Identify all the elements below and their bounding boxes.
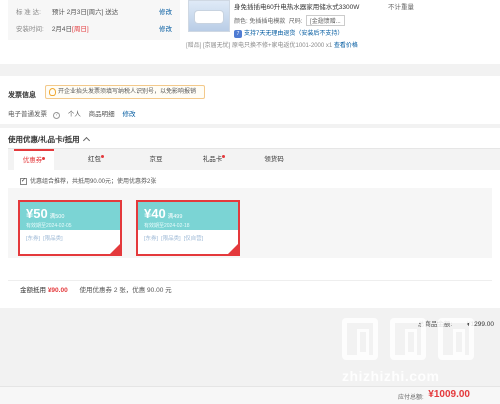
- combo-checkbox[interactable]: ✓: [20, 177, 27, 185]
- coupon-condition: 满500: [49, 214, 65, 220]
- coupon-head: ¥50 满500 有效期至2024-02-05: [20, 202, 120, 230]
- coupon-tag: [东券]: [144, 236, 159, 242]
- summary-amount: ¥90.00: [47, 287, 68, 294]
- invoice-modify-link[interactable]: 修改: [122, 111, 135, 118]
- coupon-amount: ¥40: [144, 206, 166, 221]
- coupon-validity: 有效期至2024-02-18: [144, 223, 190, 229]
- service-row: 7 支持7天无理由退货（安装后不支持）: [234, 28, 343, 38]
- invoice-type: 电子普通发票: [8, 111, 47, 118]
- combo-text: 优惠组合推荐，共抵用90.00元；使用优惠券2张: [30, 179, 157, 185]
- invoice-holder: 个人: [67, 111, 81, 118]
- coupon-amount: ¥50: [26, 206, 48, 221]
- coupon-condition: 满499: [167, 214, 183, 220]
- product-thumbnail[interactable]: [188, 0, 230, 32]
- invoice-content: 商品明细: [88, 111, 115, 118]
- new-dot-icon: [222, 155, 226, 158]
- shipping-box: 标 准 达: 预计 2月3日[周六] 送达 修改 安装时间: 2月4日[周日] …: [8, 0, 180, 40]
- coupon-tags: [东券] [限品类] [仅自营]: [138, 230, 238, 246]
- question-icon[interactable]: ?: [53, 112, 60, 119]
- pay-total-value: ¥1009.00: [428, 389, 470, 400]
- install-modify-link[interactable]: 修改: [159, 23, 172, 33]
- service-text: 支持7天无理由退货（安装后不支持）: [244, 31, 344, 37]
- lightbulb-icon: [49, 88, 56, 96]
- summary-label: 金额抵用: [20, 287, 46, 294]
- invoice-notice: 开企业抬头发票须填写纳税人识别号，以免影响报销: [45, 85, 205, 99]
- weight-note: 不计重量: [388, 4, 414, 11]
- pay-bar: 应付总额: ¥1009.00: [0, 386, 500, 404]
- gift-see-price-link[interactable]: 查看价格: [334, 43, 358, 49]
- coupon-tag: [限品类]: [43, 236, 63, 242]
- pay-total-label: 应付总额:: [398, 395, 424, 401]
- product-title[interactable]: 身免插插电60升电热水器家用储水式3300W: [234, 1, 359, 11]
- coupon-section-title[interactable]: 使用优惠/礼品卡/抵用: [8, 134, 90, 145]
- summary-text: 使用优惠券 2 张，优惠 90.00 元: [79, 287, 172, 294]
- invoice-title: 发票信息: [8, 92, 36, 99]
- color-value: 免插插电模款: [249, 19, 286, 25]
- coupon-tag: [仅自营]: [183, 236, 204, 242]
- goods-total-value: ¥1299.00: [466, 321, 494, 328]
- tab-gift-card[interactable]: 礼品卡: [194, 149, 234, 171]
- invoice-notice-text: 开企业抬头发票须填写纳税人识别号，以免影响报销: [58, 89, 197, 95]
- tab-label: 领货码: [264, 156, 284, 163]
- tab-redeem-code[interactable]: 领货码: [254, 149, 294, 171]
- gift-text: [京届无忧] 原电只换不修+家电返优1001-2000 x1: [203, 43, 333, 49]
- tab-label: 红包: [88, 156, 101, 163]
- selected-check-icon: [110, 244, 120, 254]
- delivery-row: 标 准 达: 预计 2月3日[周六] 送达: [16, 6, 118, 16]
- delivery-value: 预计 2月3日[周六] 送达: [51, 9, 119, 16]
- gift-row: [赠品] [京届无忧] 原电只换不修+家电返优1001-2000 x1 查看价格: [186, 40, 358, 49]
- new-dot-icon: [42, 157, 46, 160]
- service-badge-icon: 7: [234, 30, 242, 38]
- coupon-tag: [限品类]: [161, 236, 181, 242]
- coupon-head: ¥40 满499 有效期至2024-02-18: [138, 202, 238, 230]
- tab-label: 京豆: [149, 156, 163, 163]
- coupon-tags: [东券] [限品类]: [20, 230, 120, 246]
- install-row: 安装时间: 2月4日[周日]: [16, 23, 89, 33]
- coupon-section-label: 使用优惠/礼品卡/抵用: [8, 135, 80, 144]
- gift-tag: [赠品]: [186, 43, 202, 49]
- tab-label: 礼品卡: [202, 156, 223, 163]
- coupon-validity: 有效期至2024-02-05: [26, 223, 72, 229]
- selected-check-icon: [228, 244, 238, 254]
- size-label: 尺码:: [288, 19, 303, 25]
- coupon-card[interactable]: ¥40 满499 有效期至2024-02-18 [东券] [限品类] [仅自营]: [136, 200, 240, 256]
- goods-total-row: 总商品金额: ¥1299.00: [418, 318, 494, 328]
- color-label: 颜色:: [234, 19, 248, 25]
- coupon-tag: [东券]: [26, 236, 41, 242]
- combo-recommend: ✓ 优惠组合推荐，共抵用90.00元；使用优惠券2张: [20, 176, 156, 185]
- size-select[interactable]: [金翅馈赠...: [306, 15, 345, 26]
- tab-red-packet[interactable]: 红包: [76, 149, 116, 171]
- coupon-card[interactable]: ¥50 满500 有效期至2024-02-05 [东券] [限品类]: [18, 200, 122, 256]
- delivery-modify-link[interactable]: 修改: [159, 6, 172, 16]
- chevron-up-icon[interactable]: [82, 136, 90, 145]
- install-label: 安装时间:: [16, 26, 44, 33]
- tab-label: 优惠券: [22, 157, 43, 164]
- product-attributes: 颜色: 免插插电模款 尺码: [金翅馈赠...: [234, 15, 345, 26]
- delivery-label: 标 准 达:: [16, 9, 41, 16]
- install-weekday: [周日]: [72, 26, 89, 33]
- invoice-section: 发票信息 开企业抬头发票须填写纳税人识别号，以免影响报销 电子普通发票? 个人 …: [0, 76, 500, 124]
- coupon-section: 使用优惠/礼品卡/抵用 优惠券 红包 京豆 礼品卡 领货码 ✓ 优惠组合推荐，共抵…: [0, 128, 500, 308]
- coupon-tabs: 优惠券 红包 京豆 礼品卡 领货码: [8, 148, 500, 171]
- goods-total-label: 总商品金额:: [417, 321, 453, 328]
- new-dot-icon: [101, 155, 104, 158]
- tab-jd-beans[interactable]: 京豆: [136, 149, 176, 171]
- invoice-details: 电子普通发票? 个人 商品明细 修改: [8, 108, 141, 119]
- install-date: 2月4日: [51, 26, 73, 33]
- order-item-section: 标 准 达: 预计 2月3日[周六] 送达 修改 安装时间: 2月4日[周日] …: [0, 0, 500, 64]
- coupon-summary: 金额抵用 ¥90.00 使用优惠券 2 张，优惠 90.00 元: [8, 280, 492, 300]
- tab-coupons[interactable]: 优惠券: [14, 149, 54, 171]
- coupon-list: ¥50 满500 有效期至2024-02-05 [东券] [限品类] ¥40 满499…: [8, 188, 492, 258]
